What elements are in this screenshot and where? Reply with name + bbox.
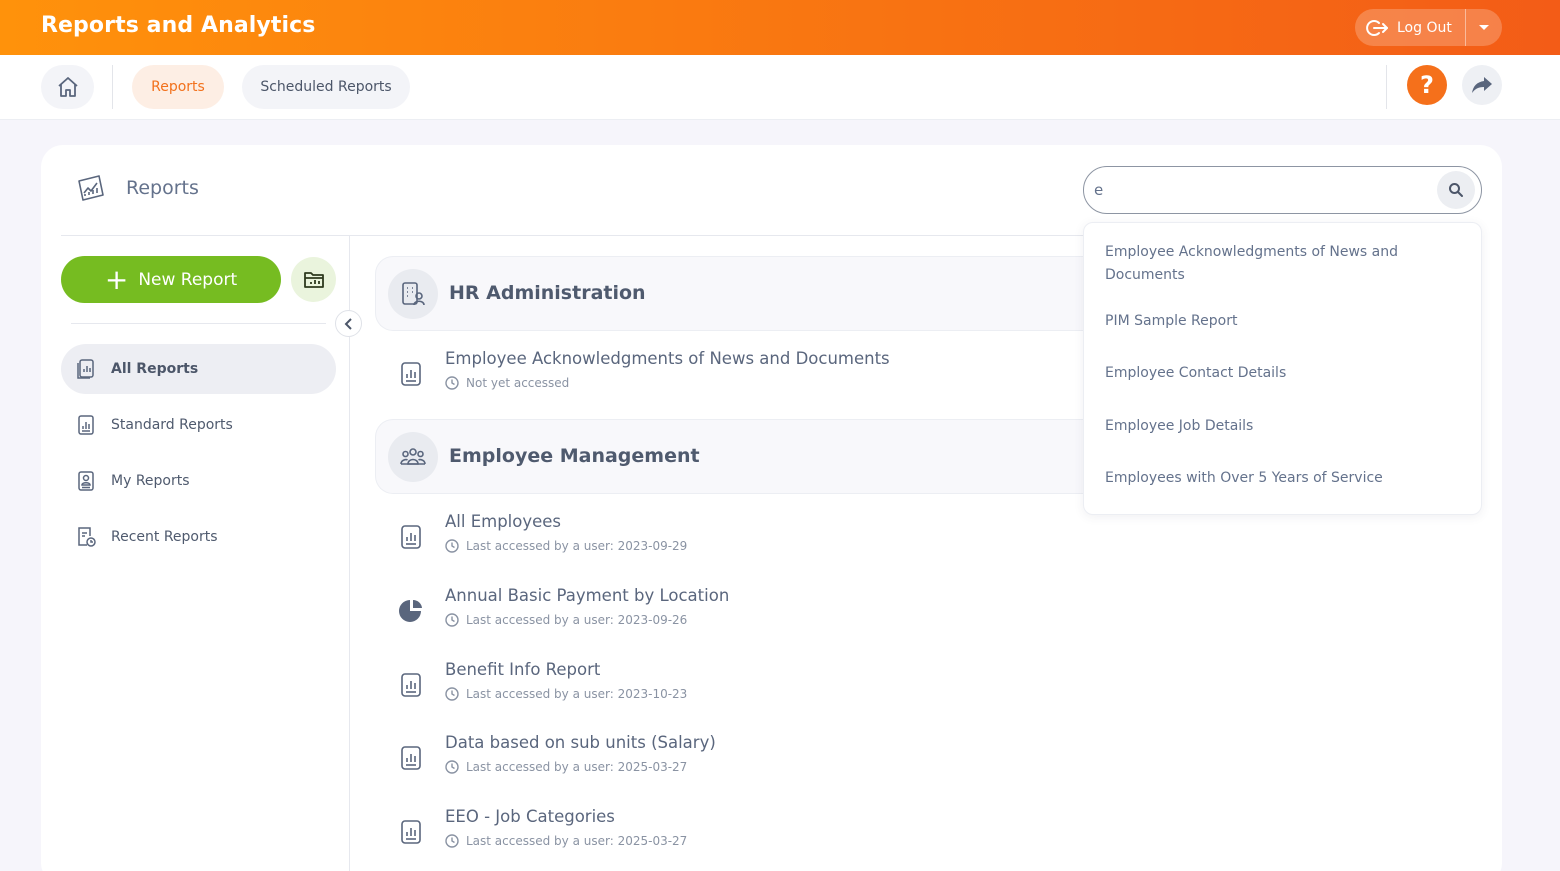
- document-chart-icon: [397, 359, 425, 389]
- team-icon: [388, 432, 438, 482]
- suggestion-item[interactable]: Employee Job Details: [1105, 415, 1445, 438]
- report-meta: Last accessed by a user: 2023-09-26: [445, 613, 687, 627]
- plus-icon: +: [104, 262, 129, 296]
- group-header-hr-administration[interactable]: HR Administration: [375, 256, 1095, 331]
- report-meta: Last accessed by a user: 2025-03-27: [445, 760, 687, 774]
- report-meta: Last accessed by a user: 2023-09-29: [445, 539, 687, 553]
- user-document-icon: [61, 470, 111, 492]
- document-chart-icon: [397, 670, 425, 700]
- suggestion-item[interactable]: Employee Acknowledgments of News and Doc…: [1105, 241, 1445, 287]
- clock-icon: [445, 376, 459, 390]
- sidebar-item-label: Standard Reports: [111, 417, 233, 433]
- report-meta: Last accessed by a user: 2025-03-27: [445, 834, 687, 848]
- group-header-employee-management[interactable]: Employee Management: [375, 419, 1095, 494]
- report-row[interactable]: Employee Acknowledgments of News and Doc…: [375, 349, 1095, 409]
- page-title: Reports: [126, 177, 199, 199]
- report-row[interactable]: Annual Basic Payment by Location Last ac…: [375, 586, 1095, 646]
- logout-label: Log Out: [1397, 19, 1452, 36]
- group-title: Employee Management: [449, 445, 700, 467]
- report-row[interactable]: All Employees Last accessed by a user: 2…: [375, 512, 1095, 572]
- document-clock-icon: [61, 526, 111, 548]
- suggestion-item[interactable]: Employees with Over 5 Years of Service: [1105, 467, 1445, 490]
- search-icon: [1449, 183, 1463, 197]
- new-report-label: New Report: [138, 269, 238, 290]
- document-chart-icon: [397, 522, 425, 552]
- search-input[interactable]: [1094, 175, 1414, 205]
- sidebar-item-standard-reports[interactable]: Standard Reports: [61, 400, 336, 450]
- reports-chart-icon: [78, 175, 104, 201]
- sidebar-item-label: All Reports: [111, 361, 199, 377]
- nav-divider: [112, 65, 113, 109]
- nav-bar: Reports Scheduled Reports ?: [0, 55, 1560, 120]
- group-title: HR Administration: [449, 282, 646, 304]
- sidebar-item-recent-reports[interactable]: Recent Reports: [61, 512, 336, 562]
- report-name: All Employees: [445, 512, 562, 531]
- report-row[interactable]: Benefit Info Report Last accessed by a u…: [375, 660, 1095, 720]
- clock-icon: [445, 760, 459, 774]
- logout-icon: [1366, 19, 1388, 36]
- sidebar-item-label: My Reports: [111, 473, 190, 489]
- search-suggestions-dropdown: Employee Acknowledgments of News and Doc…: [1083, 222, 1482, 515]
- report-row[interactable]: EEO - Job Categories Last accessed by a …: [375, 807, 1095, 867]
- pie-chart-icon: [397, 596, 425, 626]
- document-chart-icon: [61, 414, 111, 436]
- home-icon: [57, 77, 78, 97]
- sidebar-item-label: Recent Reports: [111, 529, 218, 545]
- help-icon: ?: [1420, 71, 1434, 99]
- clock-icon: [445, 539, 459, 553]
- app-title: Reports and Analytics: [41, 13, 316, 38]
- caret-down-icon: [1479, 24, 1489, 30]
- folder-chart-icon: [303, 271, 324, 288]
- report-name: Data based on sub units (Salary): [445, 733, 716, 752]
- clock-icon: [445, 834, 459, 848]
- clock-icon: [445, 687, 459, 701]
- report-name: EEO - Job Categories: [445, 807, 615, 826]
- folder-button[interactable]: [291, 257, 336, 302]
- logout-group: Log Out: [1355, 9, 1502, 46]
- search-box: [1083, 166, 1482, 214]
- search-button[interactable]: [1437, 171, 1475, 209]
- suggestion-item[interactable]: Employee Contact Details: [1105, 362, 1445, 385]
- suggestion-item[interactable]: PIM Sample Report: [1105, 310, 1445, 333]
- help-button[interactable]: ?: [1407, 65, 1447, 105]
- logout-dropdown-toggle[interactable]: [1466, 9, 1502, 46]
- report-name: Employee Acknowledgments of News and Doc…: [445, 349, 890, 368]
- document-stack-icon: [61, 358, 111, 380]
- building-user-icon: [388, 269, 438, 319]
- report-name: Annual Basic Payment by Location: [445, 586, 730, 605]
- new-report-button[interactable]: + New Report: [61, 256, 281, 303]
- tab-scheduled-reports[interactable]: Scheduled Reports: [242, 65, 410, 109]
- home-button[interactable]: [41, 65, 94, 109]
- tab-reports[interactable]: Reports: [132, 65, 224, 109]
- report-name: Benefit Info Report: [445, 660, 601, 679]
- sidebar-item-my-reports[interactable]: My Reports: [61, 456, 336, 506]
- share-icon: [1472, 77, 1492, 93]
- clock-icon: [445, 613, 459, 627]
- report-row[interactable]: Data based on sub units (Salary) Last ac…: [375, 733, 1095, 793]
- logout-button[interactable]: Log Out: [1355, 9, 1465, 46]
- nav-divider: [1386, 65, 1387, 109]
- collapse-sidebar-button[interactable]: [335, 310, 362, 337]
- report-meta: Last accessed by a user: 2023-10-23: [445, 687, 687, 701]
- top-header: Reports and Analytics Log Out: [0, 0, 1560, 55]
- chevron-left-icon: [344, 317, 352, 330]
- sidebar-line: [71, 323, 326, 324]
- document-chart-icon: [397, 817, 425, 847]
- sidebar-item-all-reports[interactable]: All Reports: [61, 344, 336, 394]
- document-chart-icon: [397, 743, 425, 773]
- report-meta: Not yet accessed: [445, 376, 569, 390]
- share-button[interactable]: [1462, 65, 1502, 105]
